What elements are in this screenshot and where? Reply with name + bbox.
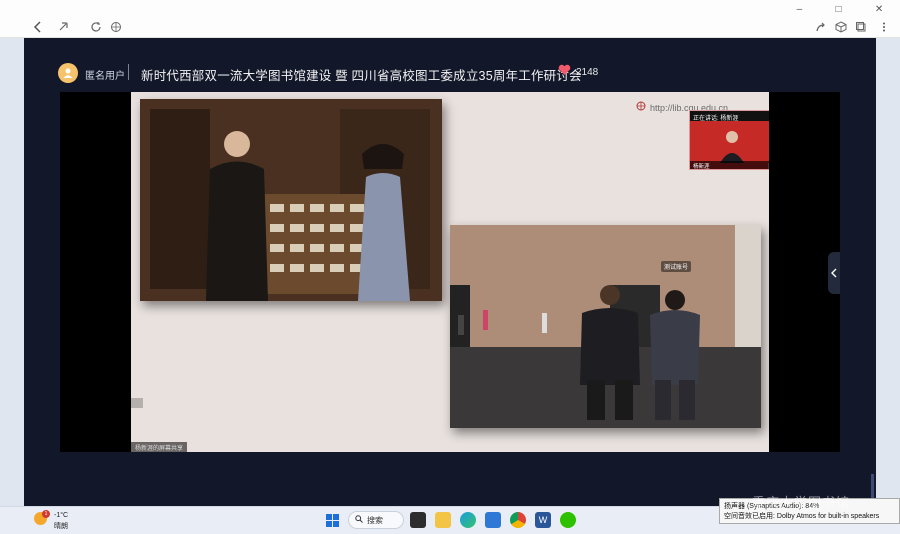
avatar[interactable] (58, 63, 78, 83)
header-divider (128, 64, 129, 80)
store-icon[interactable] (485, 512, 501, 528)
wechat-icon[interactable] (560, 512, 576, 528)
windows-icon[interactable] (324, 512, 340, 528)
weather-badge: 1 (42, 510, 50, 518)
search-icon (355, 515, 363, 525)
screen-share-label: 杨新涯的屏幕共享 (131, 442, 188, 452)
photo-card-catalog (140, 99, 442, 301)
chrome-icon[interactable] (510, 512, 526, 528)
more-icon[interactable] (876, 19, 892, 35)
link-icon[interactable] (55, 19, 71, 35)
browser-toolbar (0, 0, 900, 38)
close-button[interactable]: ✕ (875, 4, 883, 15)
taskbar-search[interactable]: 搜索 (348, 511, 404, 529)
weather-widget[interactable]: 1 -1°C 晴朗 (34, 510, 84, 532)
cube-icon[interactable] (833, 19, 849, 35)
back-icon[interactable] (30, 19, 46, 35)
share-icon[interactable] (813, 19, 829, 35)
weather-desc: 晴朗 (54, 523, 68, 530)
page-title: 新时代西部双一流大学图书馆建设 暨 四川省高校图工委成立35周年工作研讨会 (141, 69, 582, 83)
speaker-name: 杨新涯 (690, 161, 769, 170)
globe-icon[interactable] (108, 19, 124, 35)
virtual-scene-overlay: 测试账号 (450, 225, 761, 428)
edge-icon[interactable] (460, 512, 476, 528)
avatar-name-tag: 测试账号 (661, 261, 692, 272)
library-watermark: 重庆大学图书馆 (752, 495, 851, 510)
window-controls: – □ ✕ (780, 0, 900, 18)
user-name: 匿名用户 (85, 71, 125, 82)
side-panel-toggle[interactable] (828, 252, 840, 294)
slide-control-button[interactable] (131, 398, 143, 408)
heart-icon[interactable] (558, 64, 571, 79)
shared-slide: http://lib.cqu.edu.cn 正在讲话: 杨新涯 杨新涯 测试账号… (131, 92, 769, 452)
globe-icon (636, 101, 646, 114)
word-icon[interactable]: W (535, 512, 551, 528)
explorer-icon[interactable] (435, 512, 451, 528)
copy-icon[interactable] (853, 19, 869, 35)
minimize-button[interactable]: – (797, 4, 803, 15)
weather-temp: -1°C (54, 512, 69, 519)
refresh-icon[interactable] (88, 19, 104, 35)
speaker-video-tile[interactable]: 正在讲话: 杨新涯 杨新涯 (689, 110, 769, 170)
maximize-button[interactable]: □ (836, 4, 842, 15)
speaker-status: 正在讲话: 杨新涯 (690, 111, 769, 122)
tooltip-line-2: 空间音效已启用: Dolby Atmos for built-in speake… (724, 513, 880, 520)
like-count: 2148 (576, 67, 599, 78)
taskview-icon[interactable] (410, 512, 426, 528)
search-label: 搜索 (367, 515, 383, 525)
